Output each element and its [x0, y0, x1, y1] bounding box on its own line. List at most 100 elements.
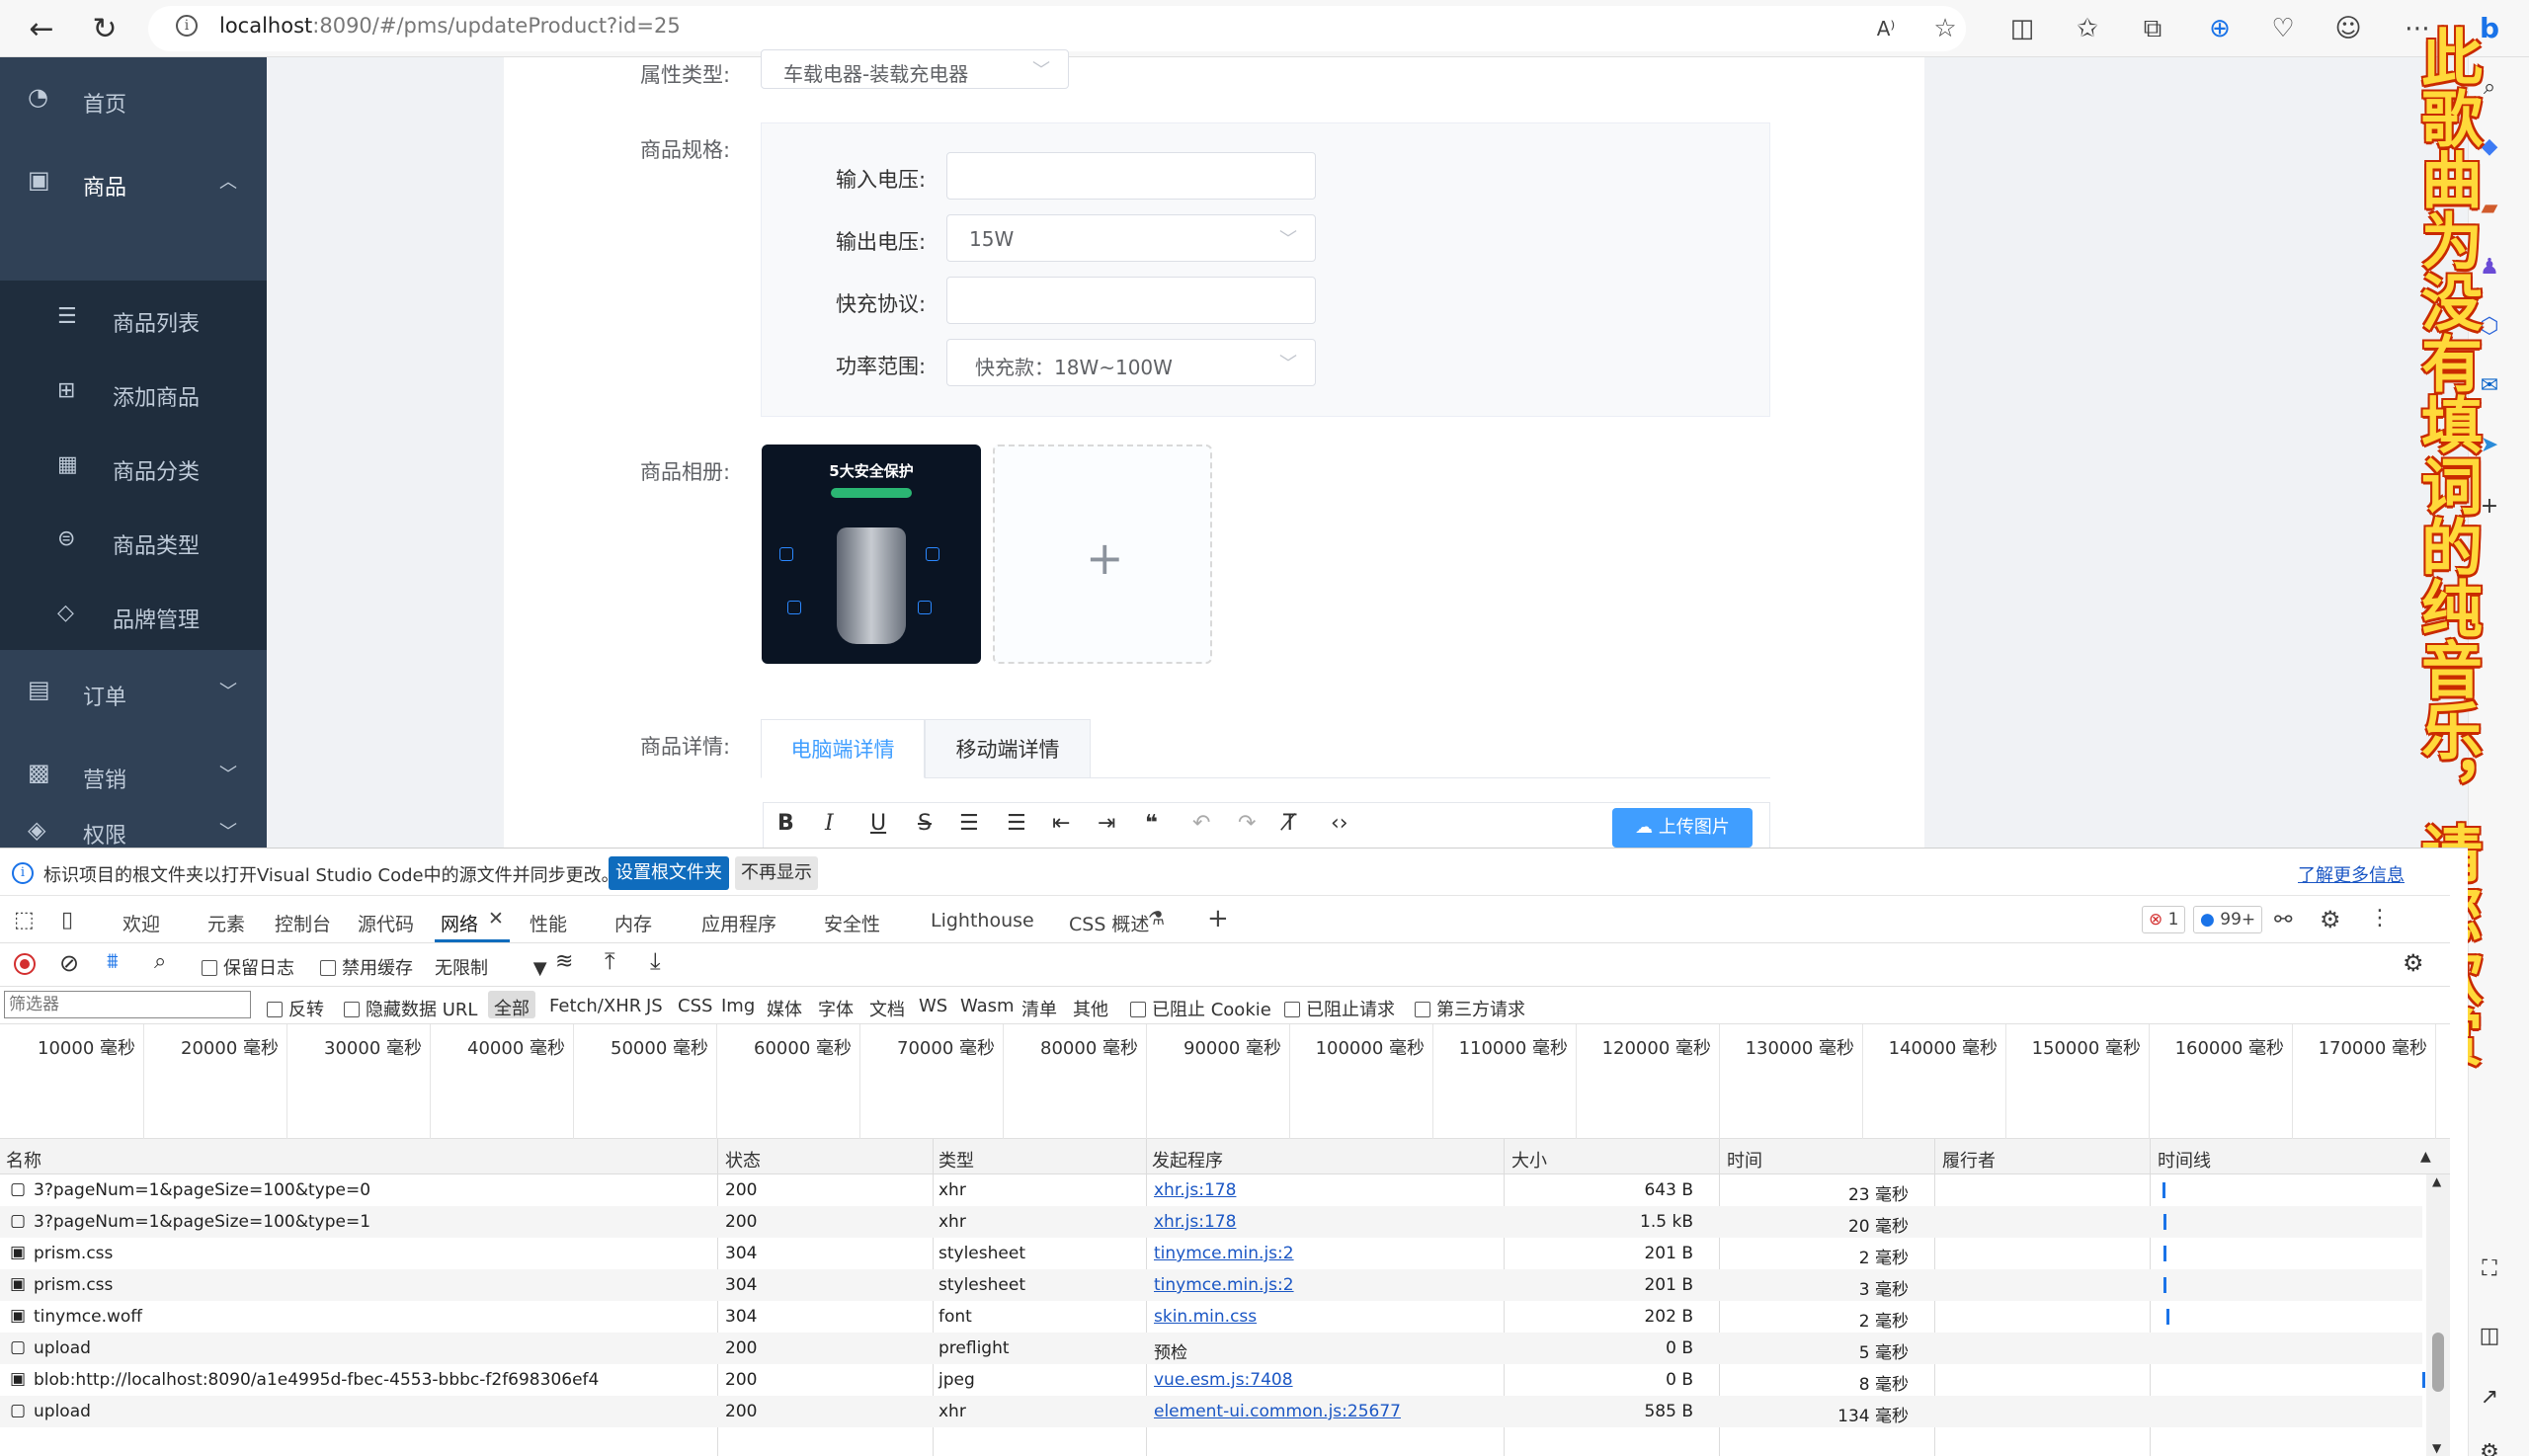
- input-voltage-field[interactable]: [946, 152, 1316, 200]
- filter-type-media[interactable]: 媒体: [767, 996, 802, 1021]
- filter-type-other[interactable]: 其他: [1073, 996, 1108, 1021]
- export-har-icon[interactable]: ⤓: [650, 947, 661, 975]
- network-conditions-icon[interactable]: ≋: [555, 949, 573, 974]
- tab-security[interactable]: 安全性: [824, 910, 880, 936]
- preserve-log-checkbox[interactable]: 保留日志: [202, 954, 294, 980]
- menu-permission[interactable]: ◈ 权限 ﹀: [0, 816, 267, 848]
- tab-mobile-detail[interactable]: 移动端详情: [925, 719, 1091, 778]
- back-arrow-icon[interactable]: ←: [22, 9, 61, 48]
- close-tab-icon[interactable]: ✕: [488, 908, 504, 930]
- tab-console[interactable]: 控制台: [275, 910, 331, 936]
- throttle-select[interactable]: 无限制 ▼: [435, 954, 547, 980]
- filter-type-img[interactable]: Img: [721, 996, 755, 1016]
- italic-icon[interactable]: I: [825, 811, 834, 836]
- request-initiator[interactable]: tinymce.min.js:2: [1154, 1244, 1294, 1263]
- output-voltage-select[interactable]: 15W ﹀: [946, 214, 1316, 262]
- col-fulfilled-by[interactable]: 履行者: [1942, 1147, 1996, 1173]
- filter-icon[interactable]: ⩩: [107, 949, 119, 974]
- table-row[interactable]: ▣ blob:http://localhost:8090/a1e4995d-fbe…: [0, 1364, 2425, 1396]
- align-center-icon[interactable]: ☰: [1007, 811, 1026, 836]
- tab-elements[interactable]: 元素: [207, 910, 245, 936]
- bold-icon[interactable]: B: [777, 811, 794, 836]
- inspect-element-icon[interactable]: ⬚: [14, 908, 35, 932]
- redo-icon[interactable]: ↷: [1238, 811, 1256, 836]
- menu-order[interactable]: ▤ 订单 ﹀: [0, 650, 267, 733]
- scroll-up-icon[interactable]: ▲: [2432, 1174, 2441, 1188]
- table-row[interactable]: ▣ prism.css 304 stylesheet tinymce.min.js:2 2…: [0, 1269, 2422, 1301]
- devtools-more-icon[interactable]: ⋮: [2369, 906, 2391, 930]
- tab-sources[interactable]: 源代码: [358, 910, 414, 936]
- split-screen-icon[interactable]: ◫: [2005, 12, 2039, 45]
- scroll-down-icon[interactable]: ▼: [2432, 1441, 2441, 1455]
- col-name[interactable]: 名称: [6, 1147, 41, 1173]
- menu-home[interactable]: ◔ 首页: [0, 57, 267, 140]
- blocked-requests-checkbox[interactable]: 已阻止请求: [1284, 996, 1395, 1021]
- outdent-icon[interactable]: ⇤: [1052, 811, 1070, 836]
- connection-icon[interactable]: ⚯: [2274, 908, 2292, 932]
- disable-cache-checkbox[interactable]: 禁用缓存: [320, 954, 413, 980]
- request-initiator[interactable]: element-ui.common.js:25677: [1154, 1402, 1401, 1421]
- url-text[interactable]: localhost:8090/#/pms/updateProduct?id=25: [219, 14, 681, 38]
- filter-input[interactable]: [4, 991, 251, 1018]
- sidebar-item-product-list[interactable]: ☰ 商品列表: [0, 281, 267, 354]
- download-icon[interactable]: ⊕: [2203, 12, 2237, 45]
- sidebar-toggle-icon[interactable]: ◫: [2472, 1318, 2507, 1353]
- sidebar-item-product-type[interactable]: ⊜ 商品类型: [0, 503, 267, 576]
- site-info-icon[interactable]: i: [176, 15, 198, 37]
- sidebar-item-brand[interactable]: ◇ 品牌管理: [0, 577, 267, 650]
- tab-network[interactable]: 网络: [441, 910, 478, 936]
- collections-icon[interactable]: ⧉: [2136, 12, 2169, 45]
- invert-checkbox[interactable]: 反转: [267, 996, 324, 1021]
- message-count-badge[interactable]: ● 99+: [2193, 906, 2262, 933]
- album-image[interactable]: 5大安全保护: [762, 445, 981, 664]
- hide-data-urls-checkbox[interactable]: 隐藏数据 URL: [344, 996, 477, 1021]
- clear-format-icon[interactable]: T̸: [1283, 811, 1296, 836]
- filter-type-css[interactable]: CSS: [678, 996, 712, 1016]
- request-initiator[interactable]: tinymce.min.js:2: [1154, 1275, 1294, 1295]
- error-count-badge[interactable]: ⊗ 1: [2142, 906, 2185, 933]
- table-row[interactable]: ▣ tinymce.woff 304 font skin.min.css 202 B 2 毫…: [0, 1301, 2422, 1333]
- tab-pc-detail[interactable]: 电脑端详情: [761, 719, 925, 778]
- screenshot-icon[interactable]: ⛶: [2472, 1251, 2507, 1286]
- filter-type-js[interactable]: JS: [646, 996, 663, 1016]
- filter-type-wasm[interactable]: Wasm: [960, 996, 1015, 1016]
- network-settings-icon[interactable]: ⚙: [2403, 949, 2424, 977]
- request-initiator[interactable]: xhr.js:178: [1154, 1212, 1236, 1232]
- favorites-icon[interactable]: ✩: [2071, 12, 2104, 45]
- device-emulation-icon[interactable]: ▯: [61, 908, 73, 932]
- indent-icon[interactable]: ⇥: [1098, 811, 1115, 836]
- tab-css-overview[interactable]: CSS 概述: [1069, 910, 1149, 936]
- col-type[interactable]: 类型: [938, 1147, 974, 1173]
- filter-type-font[interactable]: 字体: [818, 996, 854, 1021]
- menu-marketing[interactable]: ▩ 营销 ﹀: [0, 733, 267, 816]
- align-left-icon[interactable]: ☰: [959, 811, 979, 836]
- sort-up-icon[interactable]: ▲: [2420, 1149, 2431, 1165]
- attr-type-select[interactable]: 车载电器-装载充电器 ﹀: [761, 49, 1069, 89]
- search-icon[interactable]: ⌕: [154, 949, 166, 974]
- fast-charge-protocol-field[interactable]: [946, 277, 1316, 324]
- import-har-icon[interactable]: ⤒: [605, 947, 615, 975]
- col-waterfall[interactable]: 时间线: [2158, 1147, 2211, 1173]
- profile-avatar-icon[interactable]: ☺: [2331, 12, 2365, 45]
- tab-application[interactable]: 应用程序: [701, 910, 776, 936]
- album-upload-box[interactable]: +: [993, 445, 1212, 664]
- table-row[interactable]: ▣ prism.css 304 stylesheet tinymce.min.js:2 2…: [0, 1238, 2422, 1269]
- sidebar-item-product-category[interactable]: ▦ 商品分类: [0, 429, 267, 502]
- request-initiator[interactable]: skin.min.css: [1154, 1307, 1257, 1327]
- table-row[interactable]: ▢ upload 200 preflight 预检 0 B 5 毫秒: [0, 1333, 2422, 1364]
- external-link-icon[interactable]: ↗: [2472, 1379, 2507, 1415]
- filter-type-manifest[interactable]: 清单: [1021, 996, 1057, 1021]
- browser-essentials-icon[interactable]: ♡: [2266, 12, 2300, 45]
- power-range-select[interactable]: 快充款：18W~100W ﹀: [946, 339, 1316, 386]
- dont-show-again-button[interactable]: 不再显示: [735, 856, 818, 890]
- table-scrollbar[interactable]: ▲ ▼: [2426, 1174, 2450, 1456]
- strikethrough-icon[interactable]: S: [918, 811, 932, 836]
- read-aloud-icon[interactable]: A⁾: [1869, 12, 1903, 45]
- refresh-icon[interactable]: ↻: [85, 9, 124, 48]
- request-initiator[interactable]: xhr.js:178: [1154, 1180, 1236, 1200]
- set-root-folder-button[interactable]: 设置根文件夹: [609, 856, 729, 890]
- filter-type-ws[interactable]: WS: [919, 996, 947, 1016]
- table-row[interactable]: ▢ 3?pageNum=1&pageSize=100&type=1 200 xhr xh…: [0, 1206, 2422, 1238]
- sidebar-item-add-product[interactable]: ⊞ 添加商品: [0, 355, 267, 428]
- code-icon[interactable]: ‹›: [1331, 811, 1348, 836]
